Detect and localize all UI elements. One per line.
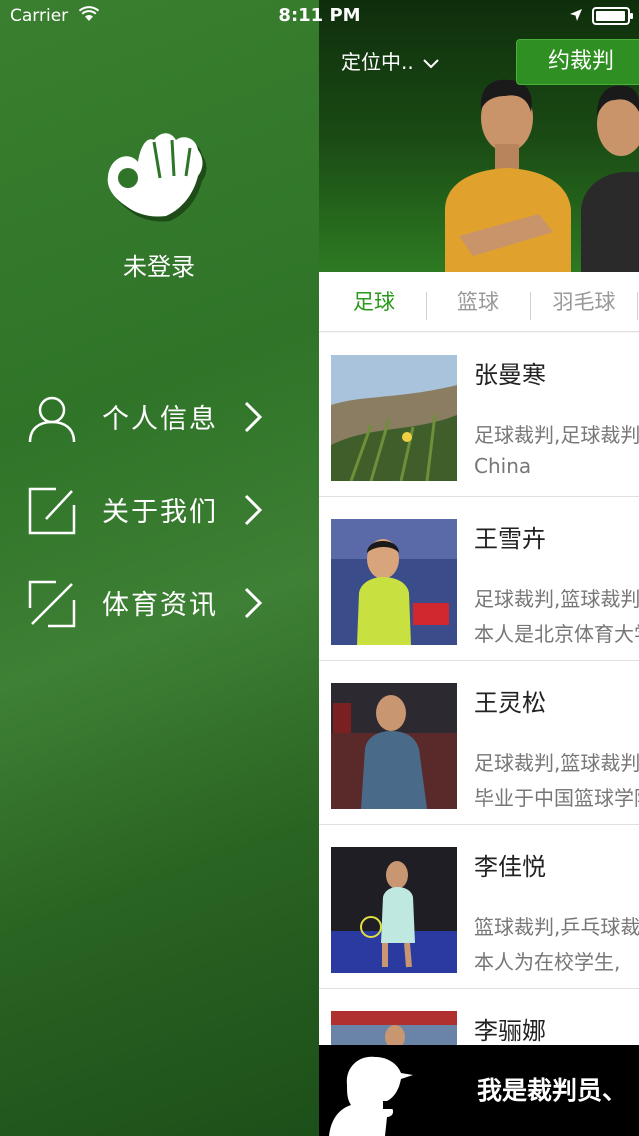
header-banner: 定位中.. 约裁判 xyxy=(319,0,639,272)
tab-football[interactable]: 足球 xyxy=(322,272,426,332)
referee-photo xyxy=(331,519,457,645)
location-arrow-icon xyxy=(570,9,582,21)
ok-hand-logo-icon[interactable] xyxy=(100,118,215,228)
location-selector[interactable]: 定位中.. xyxy=(341,46,440,75)
referee-name: 李骊娜 xyxy=(474,1017,546,1045)
referee-tags: 篮球裁判,乒乓球裁判 xyxy=(474,915,639,939)
menu-item-news[interactable]: 体育资讯 xyxy=(0,572,300,632)
referee-name: 王雪卉 xyxy=(474,525,546,553)
edit-square-icon xyxy=(28,487,76,535)
side-drawer: 未登录 个人信息 关于我们 体育资讯 xyxy=(0,0,320,1136)
menu-item-about[interactable]: 关于我们 xyxy=(0,479,300,539)
referee-photo xyxy=(331,683,457,809)
referee-tags: 足球裁判,足球裁判 xyxy=(474,423,639,447)
battery-level xyxy=(596,11,625,21)
location-label: 定位中.. xyxy=(341,50,414,74)
referee-bio: 本人是北京体育大学 xyxy=(474,622,639,646)
chevron-down-icon xyxy=(423,58,439,68)
list-item[interactable]: 张曼寒 足球裁判,足球裁判 China xyxy=(319,333,639,497)
menu-label-about: 关于我们 xyxy=(102,497,218,528)
news-icon xyxy=(28,580,76,628)
tab-basketball[interactable]: 篮球 xyxy=(426,272,530,332)
chevron-right-icon xyxy=(244,401,263,433)
referee-name: 李佳悦 xyxy=(474,853,546,881)
clock: 8:11 PM xyxy=(278,5,361,26)
referee-signup-banner[interactable]: 我是裁判员、 xyxy=(319,1045,639,1136)
referee-name: 张曼寒 xyxy=(474,361,546,389)
referee-whistle-silhouette-icon xyxy=(329,1056,413,1136)
referee-bio: 本人为在校学生, xyxy=(474,950,621,974)
menu-item-profile[interactable]: 个人信息 xyxy=(0,386,300,446)
status-bar: Carrier 8:11 PM xyxy=(0,0,639,34)
battery-icon xyxy=(592,7,633,25)
referee-photo xyxy=(331,355,457,481)
book-referee-button[interactable]: 约裁判 xyxy=(516,39,639,85)
list-item[interactable]: 王灵松 足球裁判,篮球裁判 毕业于中国篮球学院 xyxy=(319,661,639,825)
referee-bio: 毕业于中国篮球学院 xyxy=(474,786,639,810)
promo-text: 我是裁判员、 xyxy=(477,1076,628,1105)
menu-label-profile: 个人信息 xyxy=(102,404,218,435)
chevron-right-icon xyxy=(244,494,263,526)
referee-name: 王灵松 xyxy=(474,689,546,717)
tab-badminton[interactable]: 羽毛球 xyxy=(532,272,636,332)
referee-tags: 足球裁判,篮球裁判 xyxy=(474,751,639,775)
chevron-right-icon xyxy=(244,587,263,619)
main-panel: 定位中.. 约裁判 足球 篮球 羽毛球 张曼寒 足球裁判,足球裁判 China xyxy=(319,0,639,1136)
referee-tags: 足球裁判,篮球裁判 xyxy=(474,587,639,611)
list-item[interactable]: 王雪卉 足球裁判,篮球裁判 本人是北京体育大学 xyxy=(319,497,639,661)
sport-tabs: 足球 篮球 羽毛球 xyxy=(319,272,639,332)
tab-divider xyxy=(637,292,638,320)
referee-photo xyxy=(331,847,457,973)
list-item[interactable]: 李佳悦 篮球裁判,乒乓球裁判 本人为在校学生, xyxy=(319,825,639,989)
referee-bio: China xyxy=(474,454,532,478)
tab-divider xyxy=(530,292,531,320)
user-icon xyxy=(28,396,76,443)
referee-list: 张曼寒 足球裁判,足球裁判 China 王雪卉 足球裁判,篮球裁判 本人是北京体… xyxy=(319,333,639,1136)
login-status-label[interactable]: 未登录 xyxy=(0,247,318,282)
menu-label-news: 体育资讯 xyxy=(102,590,218,621)
